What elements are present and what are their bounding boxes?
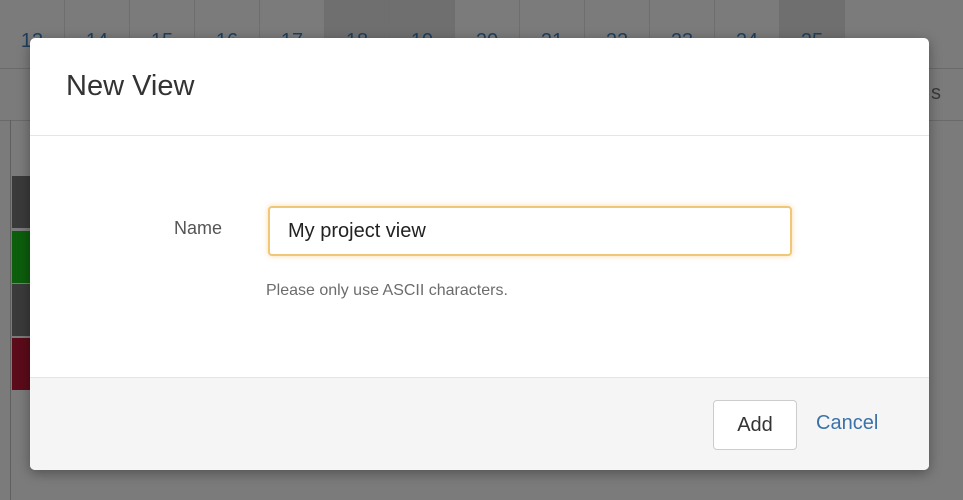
add-button[interactable]: Add xyxy=(713,400,797,450)
background-subheader-text: s xyxy=(931,82,941,104)
dialog-header: New View xyxy=(30,38,929,136)
name-input[interactable] xyxy=(268,206,792,256)
dialog-footer: Add Cancel xyxy=(30,378,929,470)
dialog-title: New View xyxy=(66,70,195,102)
background-divider xyxy=(10,120,11,500)
name-label: Name xyxy=(174,218,223,238)
new-view-dialog: New View Name Please only use ASCII char… xyxy=(30,38,929,470)
name-help-text: Please only use ASCII characters. xyxy=(266,282,508,299)
cancel-link[interactable]: Cancel xyxy=(816,412,878,435)
dialog-body: Name Please only use ASCII characters. xyxy=(30,136,929,378)
